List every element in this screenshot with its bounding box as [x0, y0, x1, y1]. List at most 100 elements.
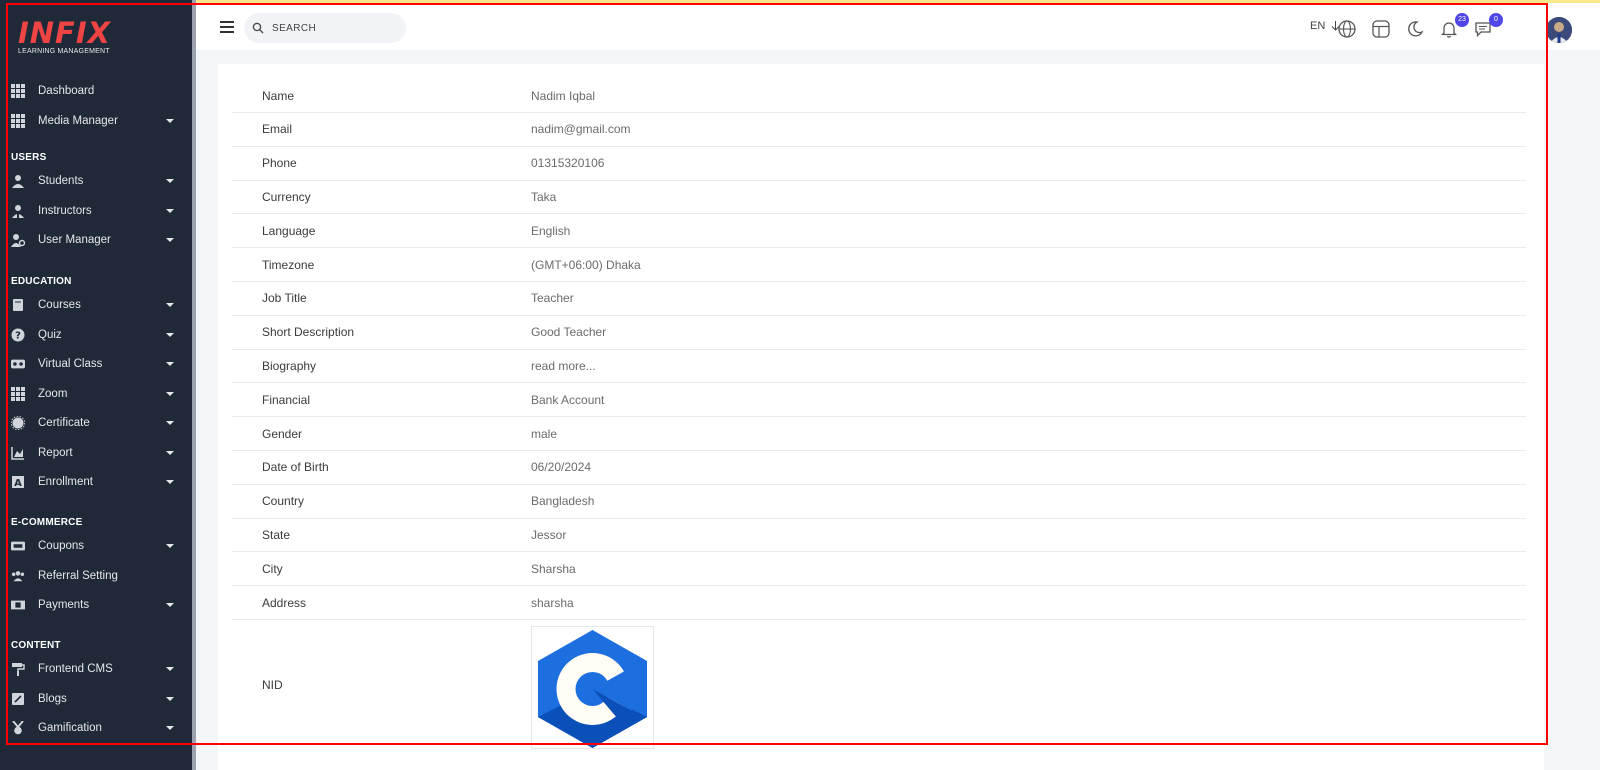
notification-bell-icon[interactable]: 23 [1439, 13, 1469, 41]
caret-down-icon [166, 303, 174, 307]
caret-down-icon [166, 603, 174, 607]
detail-value: Bangladesh [531, 494, 595, 509]
detail-label: Language [262, 223, 316, 238]
detail-label: Currency [262, 189, 311, 204]
users-icon [11, 569, 25, 583]
sidebar-item-label: Referral Setting [38, 569, 118, 582]
sidebar-item-payments[interactable]: Payments [0, 592, 192, 618]
detail-row-country: Country Bangladesh [232, 485, 1526, 519]
edit-icon [11, 692, 25, 706]
book-icon [11, 298, 25, 312]
sidebar-item-label: Zoom [38, 387, 68, 400]
sidebar-item-label: Dashboard [38, 85, 95, 97]
detail-label: Phone [262, 156, 297, 171]
detail-value: Bank Account [531, 392, 605, 407]
detail-label: Date of Birth [262, 460, 329, 475]
avatar[interactable] [1546, 17, 1572, 43]
message-icon[interactable]: 0 [1473, 13, 1503, 41]
sidebar-item-label: Courses [38, 299, 81, 311]
question-icon: ? [11, 328, 25, 342]
read-more-link[interactable]: read more... [531, 359, 596, 373]
sidebar-item-quiz[interactable]: ? Quiz [0, 322, 192, 348]
detail-value: (GMT+06:00) Dhaka [531, 257, 641, 272]
moon-icon[interactable] [1405, 19, 1427, 41]
medal-icon [11, 721, 25, 735]
sidebar-item-label: Payments [38, 599, 90, 611]
caret-down-icon [166, 238, 174, 242]
detail-value: 06/20/2024 [531, 460, 592, 475]
detail-label: State [262, 527, 291, 542]
detail-row-address: Address sharsha [232, 586, 1526, 620]
sidebar-item-label: Quiz [38, 328, 62, 341]
instructor-icon [11, 204, 25, 218]
detail-label: Address [262, 595, 307, 610]
sidebar-item-label: User Manager [38, 234, 111, 246]
message-badge: 0 [1489, 13, 1503, 27]
detail-row-job-title: Job Title Teacher [232, 282, 1526, 316]
section-title-content: CONTENT [11, 640, 61, 651]
globe-icon[interactable] [1337, 19, 1359, 41]
detail-label: Biography [262, 358, 317, 373]
detail-value: male [531, 426, 558, 441]
caret-down-icon [166, 179, 174, 183]
money-icon [11, 598, 25, 612]
sidebar-item-user-manager[interactable]: User Manager [0, 227, 192, 253]
ticket-icon [11, 539, 25, 553]
detail-value: Teacher [531, 291, 574, 306]
nid-image[interactable] [531, 626, 654, 749]
caret-down-icon [166, 391, 174, 396]
sidebar-item-referral-setting[interactable]: Referral Setting [0, 563, 192, 589]
logo-tagline: LEARNING MANAGEMENT [18, 48, 110, 55]
logo[interactable]: INFIX LEARNING MANAGEMENT [18, 18, 128, 58]
sidebar-item-label: Virtual Class [38, 358, 103, 370]
sidebar-item-label: Report [38, 446, 73, 459]
section-title-education: EDUCATION [11, 276, 72, 287]
search-box[interactable] [244, 13, 406, 43]
sidebar-item-students[interactable]: Students [0, 168, 192, 194]
language-selector[interactable]: EN [1310, 20, 1340, 32]
sidebar-item-instructors[interactable]: Instructors [0, 198, 192, 224]
detail-label: Gender [262, 426, 303, 441]
detail-label: City [262, 561, 283, 576]
sidebar-item-virtual-class[interactable]: Virtual Class [0, 351, 192, 377]
notification-badge: 23 [1455, 13, 1469, 27]
sidebar-item-courses[interactable]: Courses [0, 292, 192, 318]
sidebar-item-report[interactable]: Report [0, 440, 192, 466]
sidebar-item-certificate[interactable]: Certificate [0, 410, 192, 436]
detail-row-biography: Biography read more... [232, 349, 1526, 384]
caret-down-icon [166, 362, 174, 366]
detail-row-email: Email nadim@gmail.com [232, 113, 1526, 147]
menu-toggle-icon[interactable] [220, 21, 234, 33]
sidebar-item-label: Media Manager [38, 114, 118, 127]
sidebar-item-coupons[interactable]: Coupons [0, 533, 192, 559]
caret-down-icon [166, 480, 174, 484]
detail-row-name: Name Nadim Iqbal [232, 79, 1526, 113]
detail-label: Short Description [262, 325, 355, 340]
detail-label: Job Title [262, 291, 307, 306]
detail-row-financial: Financial Bank Account [232, 383, 1526, 418]
grid-icon [11, 84, 25, 98]
sidebar-item-label: Certificate [38, 417, 90, 429]
sidebar-item-frontend-cms[interactable]: Frontend CMS [0, 656, 192, 682]
search-input[interactable] [270, 21, 394, 35]
sidebar-item-media-manager[interactable]: Media Manager [0, 108, 192, 134]
detail-label: Name [262, 88, 295, 103]
sidebar-item-blogs[interactable]: Blogs [0, 686, 192, 712]
caret-down-icon [166, 544, 174, 548]
detail-label: Financial [262, 392, 311, 407]
caret-down-icon [166, 450, 174, 455]
layout-icon[interactable] [1371, 19, 1393, 41]
section-title-users: USERS [11, 152, 47, 163]
detail-label: Timezone [262, 257, 315, 272]
caret-down-icon [166, 118, 174, 123]
sidebar-item-enrollment[interactable]: A Enrollment [0, 469, 192, 495]
sidebar-item-zoom[interactable]: Zoom [0, 381, 192, 407]
sidebar: INFIX LEARNING MANAGEMENT Dashboard Medi… [0, 0, 192, 770]
detail-row-city: City Sharsha [232, 552, 1526, 587]
detail-row-currency: Currency Taka [232, 180, 1526, 215]
detail-value: Nadim Iqbal [531, 88, 596, 103]
sidebar-item-gamification[interactable]: Gamification [0, 715, 192, 741]
detail-label: Email [262, 122, 293, 137]
detail-value: Jessor [531, 527, 567, 542]
sidebar-item-dashboard[interactable]: Dashboard [0, 78, 192, 104]
